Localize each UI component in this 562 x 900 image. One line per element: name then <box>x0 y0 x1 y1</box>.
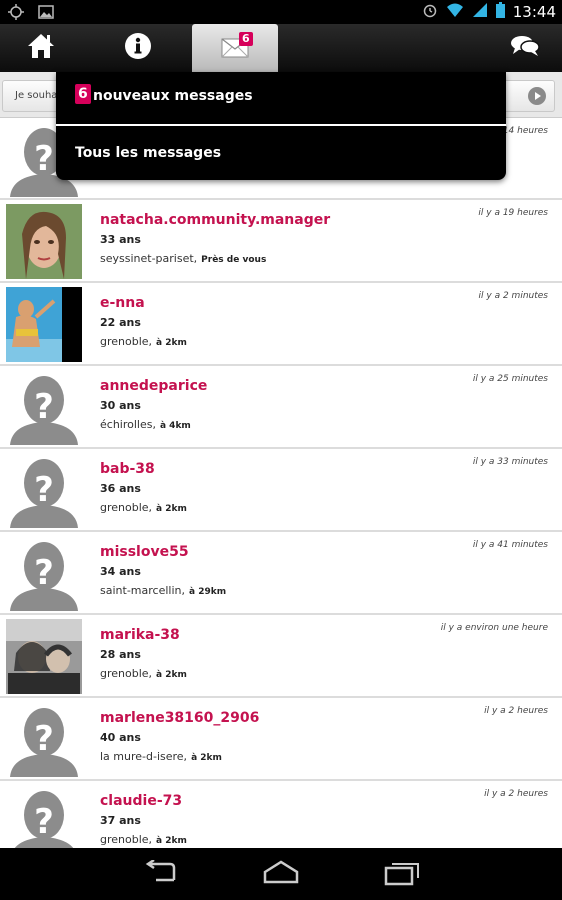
alarm-icon <box>422 2 438 22</box>
profile-age: 37 ans <box>100 814 141 827</box>
image-icon <box>38 4 54 24</box>
info-icon <box>124 32 152 64</box>
status-bar: 13:44 <box>0 0 562 24</box>
profile-city: échirolles, <box>100 418 156 431</box>
profile-name[interactable]: claudie-73 <box>100 793 182 809</box>
profile-location: saint-marcellin, à 29km <box>100 584 226 597</box>
home-button[interactable] <box>18 24 64 72</box>
profile-city: saint-marcellin, <box>100 584 185 597</box>
profile-distance: à 2km <box>156 836 187 846</box>
profile-city: seyssinet-pariset, <box>100 252 198 265</box>
profile-distance: à 29km <box>188 587 227 597</box>
top-nav: 6 <box>0 24 562 72</box>
list-item[interactable]: ? annedeparice 30 ans échirolles, à 4km i… <box>0 366 562 449</box>
info-button[interactable] <box>115 24 161 72</box>
profile-photo <box>6 204 82 279</box>
profile-city: grenoble, <box>100 833 153 846</box>
profile-distance: à 2km <box>191 753 222 763</box>
profile-name[interactable]: annedeparice <box>100 378 207 394</box>
profile-location: échirolles, à 4km <box>100 418 191 431</box>
profile-name[interactable]: misslove55 <box>100 544 189 560</box>
signal-icon <box>472 2 488 22</box>
profile-city: grenoble, <box>100 667 153 680</box>
profile-distance: à 2km <box>156 670 187 680</box>
profile-name[interactable]: e-nna <box>100 295 145 311</box>
back-icon[interactable] <box>144 858 180 890</box>
list-item[interactable]: e-nna 22 ans grenoble, à 2km il y a 2 min… <box>0 283 562 366</box>
profile-city: la mure-d-isere, <box>100 750 188 763</box>
profile-location: grenoble, à 2km <box>100 833 187 846</box>
arrow-right-icon[interactable] <box>528 87 546 105</box>
profile-photo <box>6 619 82 694</box>
last-seen: il y a 19 heures <box>478 208 548 218</box>
profile-distance: Près de vous <box>201 255 267 265</box>
profile-location: grenoble, à 2km <box>100 335 187 348</box>
profile-age: 40 ans <box>100 731 141 744</box>
system-nav-bar <box>0 848 562 900</box>
profile-photo <box>6 287 82 362</box>
default-avatar: ? <box>6 370 82 445</box>
default-avatar: ? <box>6 536 82 611</box>
battery-icon <box>495 2 505 22</box>
profile-age: 22 ans <box>100 316 141 329</box>
chat-button[interactable] <box>500 24 550 72</box>
profile-name[interactable]: marlene38160_2906 <box>100 710 259 726</box>
profile-name[interactable]: marika-38 <box>100 627 180 643</box>
profile-location: grenoble, à 2km <box>100 501 187 514</box>
profile-city: grenoble, <box>100 335 153 348</box>
last-seen: il y a environ une heure <box>440 623 548 633</box>
list-item[interactable]: natacha.community.manager 33 ans seyssin… <box>0 200 562 283</box>
list-item[interactable]: ? marlene38160_2906 40 ans la mure-d-ise… <box>0 698 562 781</box>
last-seen: il y a 2 heures <box>484 789 548 799</box>
last-seen: 14 heures <box>502 126 548 136</box>
chat-bubbles-icon <box>510 34 540 62</box>
home-icon <box>26 32 56 64</box>
messages-button[interactable]: 6 <box>192 24 278 72</box>
last-seen: il y a 33 minutes <box>472 457 548 467</box>
status-clock: 13:44 <box>512 3 556 21</box>
gps-icon <box>8 4 24 24</box>
all-messages-label: Tous les messages <box>75 145 222 161</box>
profile-age: 30 ans <box>100 399 141 412</box>
search-text: Je souhai <box>15 90 61 101</box>
svg-text:?: ? <box>34 139 54 179</box>
wifi-icon <box>446 2 464 22</box>
svg-text:?: ? <box>34 387 54 427</box>
profile-distance: à 2km <box>156 504 187 514</box>
messages-dropdown: 6 nouveaux messages Tous les messages <box>56 72 506 180</box>
all-messages-item[interactable]: Tous les messages <box>56 126 506 180</box>
list-item[interactable]: marika-38 28 ans grenoble, à 2km il y a e… <box>0 615 562 698</box>
svg-text:?: ? <box>34 553 54 593</box>
svg-text:?: ? <box>34 470 54 510</box>
home-nav-icon[interactable] <box>262 860 300 890</box>
new-messages-count: 6 <box>75 84 91 104</box>
svg-text:?: ? <box>34 719 54 759</box>
list-item[interactable]: ? misslove55 34 ans saint-marcellin, à 29… <box>0 532 562 615</box>
new-messages-item[interactable]: 6 nouveaux messages <box>56 72 506 124</box>
profile-age: 36 ans <box>100 482 141 495</box>
profile-distance: à 4km <box>159 421 191 431</box>
profile-name[interactable]: natacha.community.manager <box>100 212 330 228</box>
profile-name[interactable]: bab-38 <box>100 461 155 477</box>
default-avatar: ? <box>6 702 82 777</box>
recent-apps-icon[interactable] <box>384 860 420 890</box>
profile-age: 33 ans <box>100 233 141 246</box>
profile-distance: à 2km <box>156 338 187 348</box>
last-seen: il y a 25 minutes <box>472 374 548 384</box>
default-avatar: ? <box>6 453 82 528</box>
profile-location: la mure-d-isere, à 2km <box>100 750 222 763</box>
last-seen: il y a 41 minutes <box>472 540 548 550</box>
profile-city: grenoble, <box>100 501 153 514</box>
profile-age: 34 ans <box>100 565 141 578</box>
profile-list: ? 14 heures natacha.community.manager 33… <box>0 118 562 864</box>
last-seen: il y a 2 heures <box>484 706 548 716</box>
new-messages-label: nouveaux messages <box>93 88 253 104</box>
profile-location: seyssinet-pariset, Près de vous <box>100 252 266 265</box>
profile-location: grenoble, à 2km <box>100 667 187 680</box>
svg-text:?: ? <box>34 802 54 842</box>
list-item[interactable]: ? bab-38 36 ans grenoble, à 2km il y a 33… <box>0 449 562 532</box>
last-seen: il y a 2 minutes <box>478 291 548 301</box>
profile-age: 28 ans <box>100 648 141 661</box>
message-count-badge: 6 <box>239 32 253 46</box>
